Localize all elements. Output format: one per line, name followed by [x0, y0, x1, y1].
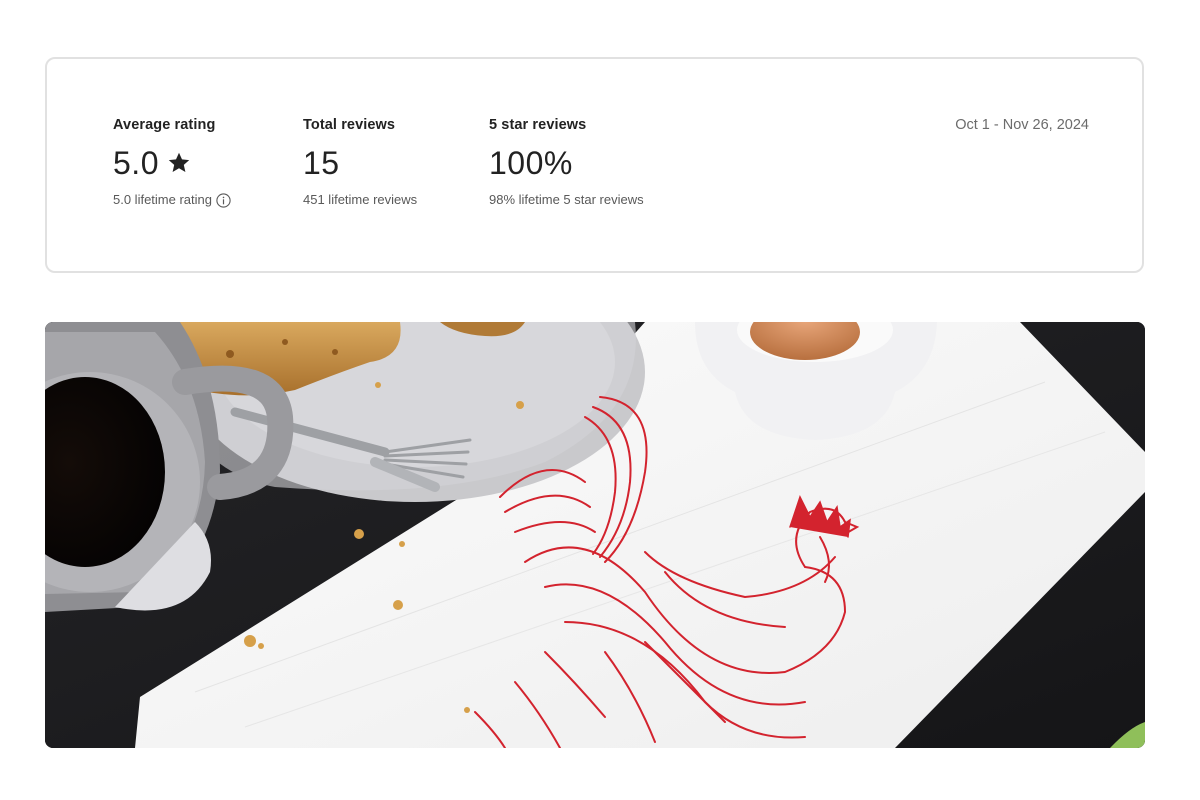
five-star-reviews-sub: 98% lifetime 5 star reviews: [489, 192, 644, 208]
star-icon: [167, 151, 191, 175]
average-rating-label: Average rating: [113, 117, 216, 133]
total-reviews-label: Total reviews: [303, 117, 396, 133]
total-reviews-value-row: 15: [303, 145, 417, 181]
total-reviews-value: 15: [303, 145, 340, 181]
review-stats-card: Average rating 5.0 5.0 lifetime rating T…: [45, 57, 1144, 273]
average-rating-sub: 5.0 lifetime rating: [113, 192, 231, 208]
date-range: Oct 1 - Nov 26, 2024: [955, 117, 1089, 133]
lifetime-reviews-text: 451 lifetime reviews: [303, 192, 418, 207]
total-reviews-sub: 451 lifetime reviews: [303, 192, 417, 208]
product-photo: [45, 322, 1145, 748]
average-rating-stat: Average rating 5.0 5.0 lifetime rating: [113, 117, 231, 208]
five-star-reviews-value: 100%: [489, 145, 573, 181]
lifetime-rating-text: 5.0 lifetime rating: [113, 192, 212, 207]
five-star-reviews-label: 5 star reviews: [489, 117, 587, 133]
five-star-reviews-value-row: 100%: [489, 145, 644, 181]
total-reviews-stat: Total reviews 15 451 lifetime reviews: [303, 117, 417, 208]
five-star-reviews-stat: 5 star reviews 100% 98% lifetime 5 star …: [489, 117, 644, 208]
lifetime-five-star-text: 98% lifetime 5 star reviews: [489, 192, 644, 207]
info-icon[interactable]: [216, 192, 231, 208]
average-rating-value: 5.0: [113, 145, 159, 181]
average-rating-value-row: 5.0: [113, 145, 231, 181]
breakfast-rooster-towel-image: [45, 322, 1145, 748]
